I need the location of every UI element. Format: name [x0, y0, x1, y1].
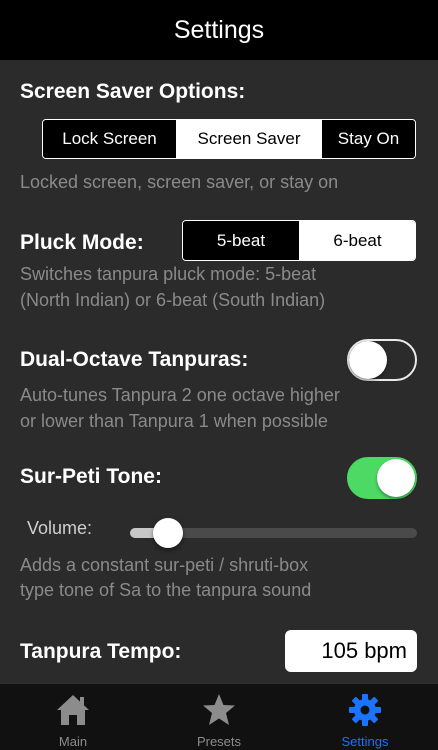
tab-settings[interactable]: Settings	[292, 684, 438, 750]
tab-presets-label: Presets	[196, 734, 242, 749]
tab-main[interactable]: Main	[0, 684, 146, 750]
star-icon	[203, 694, 235, 725]
toggle-knob	[349, 341, 387, 379]
tab-presets[interactable]: Presets	[146, 684, 292, 750]
tab-settings-label: Settings	[341, 734, 389, 749]
sur-peti-description-line-2: type tone of Sa to the tanpura sound	[20, 580, 312, 600]
tab-main-label: Main	[58, 734, 88, 749]
home-icon	[57, 695, 89, 725]
dual-octave-description-line-1: Auto-tunes Tanpura 2 one octave higher	[20, 385, 340, 405]
pluck-mode-label: Pluck Mode:	[20, 231, 144, 254]
screen-saver-segmented-control: Lock Screen Screen Saver Stay On	[42, 119, 416, 159]
volume-slider-thumb[interactable]	[152, 518, 183, 548]
sur-peti-toggle[interactable]	[347, 457, 417, 499]
sur-peti-label: Sur-Peti Tone:	[20, 465, 162, 488]
dual-octave-toggle[interactable]	[347, 339, 417, 381]
dual-octave-label: Dual-Octave Tanpuras:	[20, 348, 249, 371]
gear-icon	[349, 694, 381, 726]
sur-peti-description-line-1: Adds a constant sur-peti / shruti-box	[20, 555, 309, 575]
pluck-mode-description-line-1: Switches tanpura pluck mode: 5-beat	[20, 264, 317, 284]
volume-slider[interactable]	[130, 518, 417, 548]
segment-screen-saver[interactable]: Screen Saver	[177, 120, 322, 158]
tempo-label: Tanpura Tempo:	[20, 640, 182, 663]
tab-bar: Main Presets Settings	[0, 683, 438, 750]
pluck-mode-description-line-2: (North Indian) or 6-beat (South Indian)	[20, 290, 326, 310]
settings-content[interactable]: Screen Saver Options: Lock Screen Screen…	[0, 60, 438, 683]
volume-label: Volume:	[27, 518, 93, 538]
tempo-input[interactable]: 105 bpm	[285, 630, 417, 672]
navigation-bar: Settings	[0, 0, 438, 60]
toggle-knob	[377, 459, 415, 497]
screen-saver-label: Screen Saver Options:	[20, 80, 246, 103]
segment-6-beat[interactable]: 6-beat	[300, 221, 415, 260]
settings-screen: Settings Screen Saver Options: Lock Scre…	[0, 0, 438, 750]
segment-stay-on[interactable]: Stay On	[322, 120, 415, 158]
segment-lock-screen[interactable]: Lock Screen	[43, 120, 177, 158]
dual-octave-description-line-2: or lower than Tanpura 1 when possible	[20, 411, 328, 431]
segment-5-beat[interactable]: 5-beat	[183, 221, 300, 260]
pluck-mode-segmented-control: 5-beat 6-beat	[182, 220, 416, 261]
page-title: Settings	[173, 15, 265, 44]
screen-saver-description: Locked screen, screen saver, or stay on	[20, 172, 339, 192]
